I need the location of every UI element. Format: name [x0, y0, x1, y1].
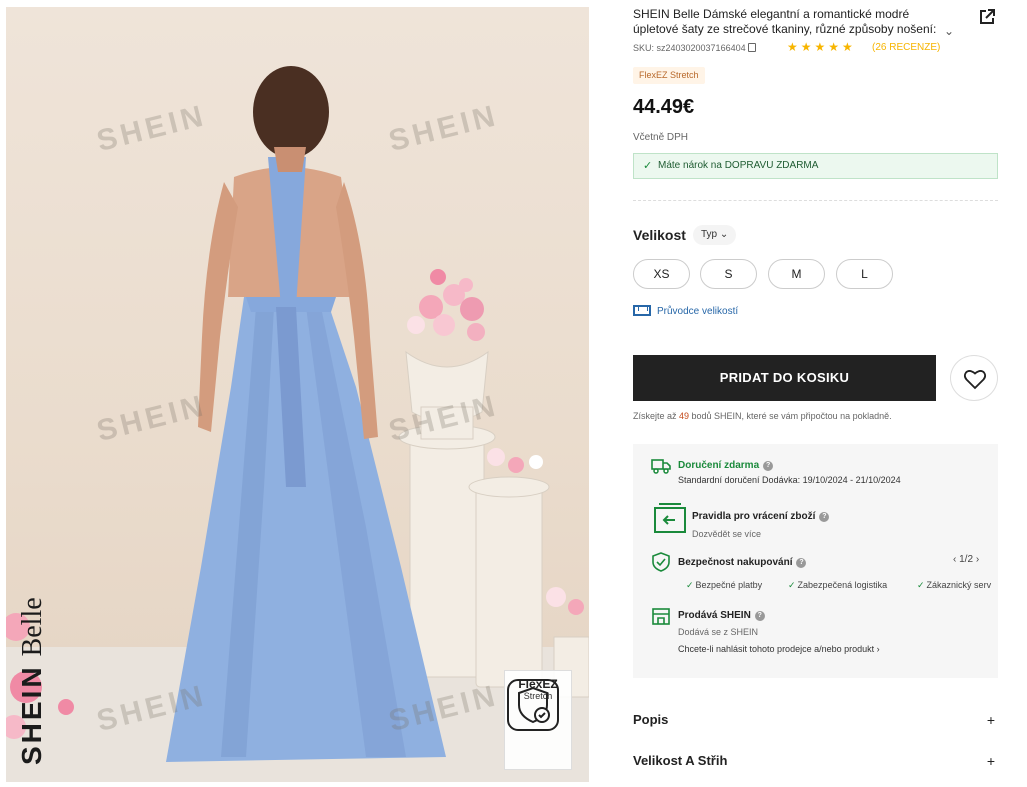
- points-value: 49: [679, 411, 690, 421]
- accordion-description[interactable]: Popis +: [633, 712, 998, 728]
- free-shipping-text: Máte nárok na DOPRAVU ZDARMA: [658, 160, 819, 171]
- sku-text: SKU: sz2403020037166404: [633, 43, 746, 53]
- plus-icon: +: [986, 712, 995, 728]
- check-icon: ✓: [643, 160, 653, 172]
- store-icon: [652, 608, 670, 625]
- size-guide-text: Průvodce velikostí: [657, 306, 739, 317]
- guarantee-text: Zákaznický serv: [926, 580, 992, 590]
- delivery-info: Standardní doručení Dodávka: 19/10/2024 …: [678, 475, 901, 485]
- size-option-s[interactable]: S: [700, 259, 757, 289]
- pager[interactable]: ‹ 1/2 ›: [953, 554, 979, 565]
- brand-logo: SHEINBelle: [16, 597, 48, 765]
- delivery-title-text: Doručení zdarma: [678, 460, 760, 471]
- divider: [633, 200, 998, 201]
- size-label: Velikost: [633, 227, 686, 243]
- seller-sub: Dodává se z SHEIN: [678, 627, 759, 637]
- chevron-right-icon: ›: [876, 644, 880, 654]
- plus-icon: +: [986, 753, 995, 769]
- price: 44.49€: [633, 96, 695, 118]
- size-option-xs[interactable]: XS: [633, 259, 690, 289]
- truck-icon: [651, 459, 671, 474]
- sku: SKU: sz2403020037166404: [633, 43, 756, 53]
- ruler-icon: [633, 305, 651, 316]
- report-seller-link[interactable]: Chcete-li nahlásit tohoto prodejce a/neb…: [678, 644, 880, 654]
- accordion-size-fit[interactable]: Velikost A Střih +: [633, 753, 998, 769]
- check-icon: ✓: [788, 580, 796, 590]
- help-icon[interactable]: ?: [754, 611, 765, 621]
- accordion-label: Velikost A Střih: [633, 753, 728, 768]
- returns-title: Pravidla pro vrácení zboží?: [692, 511, 830, 522]
- copy-icon[interactable]: [747, 43, 756, 52]
- size-option-l[interactable]: L: [836, 259, 893, 289]
- safety-title: Bezpečnost nakupování?: [678, 557, 807, 568]
- rating-stars: ★★★★★: [787, 40, 856, 54]
- safety-title-text: Bezpečnost nakupování: [678, 557, 793, 568]
- service-info-panel: Doručení zdarma? Standardní doručení Dod…: [633, 444, 998, 678]
- help-icon[interactable]: ?: [763, 461, 774, 471]
- share-icon[interactable]: [978, 8, 996, 26]
- report-text: Chcete-li nahlásit tohoto prodejce a/neb…: [678, 644, 875, 654]
- product-title: SHEIN Belle Dámské elegantní a romantick…: [633, 7, 937, 36]
- guarantee-item: ✓ Zabezpečená logistika: [788, 580, 887, 591]
- chevron-left-icon[interactable]: ‹: [953, 554, 956, 565]
- seller-title: Prodává SHEIN?: [678, 610, 765, 621]
- points-note: Získejte až 49 bodů SHEIN, které se vám …: [633, 411, 892, 421]
- size-option-m[interactable]: M: [768, 259, 825, 289]
- heart-icon: [963, 370, 987, 390]
- help-icon[interactable]: ?: [819, 512, 830, 522]
- size-type-label: Typ: [701, 229, 718, 240]
- guarantee-text: Zabezpečená logistika: [797, 580, 888, 590]
- free-shipping-banner: ✓ Máte nárok na DOPRAVU ZDARMA: [633, 153, 998, 179]
- wishlist-button[interactable]: [950, 355, 998, 401]
- chevron-right-icon[interactable]: ›: [976, 554, 979, 565]
- chevron-down-icon[interactable]: ⌄: [944, 24, 954, 38]
- reviews-link[interactable]: (26 RECENZE): [872, 42, 940, 53]
- return-box-icon: [654, 503, 686, 533]
- returns-title-text: Pravidla pro vrácení zboží: [692, 511, 816, 522]
- size-guide-link[interactable]: Průvodce velikostí: [633, 305, 738, 317]
- flexez-badge: FlexEZ Stretch: [504, 670, 572, 770]
- guarantee-item: ✓ Zákaznický serv: [917, 580, 991, 591]
- points-suffix: bodů SHEIN, které se vám připočtou na po…: [689, 411, 892, 421]
- shield-check-icon: [507, 679, 559, 731]
- check-icon: ✓: [686, 580, 694, 590]
- product-image[interactable]: SHEIN SHEIN SHEIN SHEIN SHEIN SHEIN SHEI…: [6, 7, 589, 782]
- pager-text: 1/2: [959, 554, 974, 565]
- chevron-down-icon: ⌄: [719, 229, 729, 240]
- seller-title-text: Prodává SHEIN: [678, 610, 751, 621]
- points-prefix: Získejte až: [633, 411, 680, 421]
- vat-note: Včetně DPH: [633, 132, 689, 143]
- add-to-cart-button[interactable]: PRIDAT DO KOSIKU: [633, 355, 936, 401]
- help-icon[interactable]: ?: [796, 558, 807, 568]
- dress-photo-illustration: [6, 66, 589, 782]
- accordion-label: Popis: [633, 712, 669, 727]
- shield-check-icon: [652, 552, 670, 572]
- feature-tag: FlexEZ Stretch: [633, 67, 705, 84]
- guarantee-text: Bezpečné platby: [695, 580, 763, 590]
- guarantee-item: ✓ Bezpečné platby: [686, 580, 762, 591]
- delivery-title: Doručení zdarma?: [678, 460, 774, 471]
- returns-learn-more-link[interactable]: Dozvědět se více: [692, 529, 761, 539]
- check-icon: ✓: [917, 580, 925, 590]
- size-type-dropdown[interactable]: Typ ⌄: [693, 225, 737, 245]
